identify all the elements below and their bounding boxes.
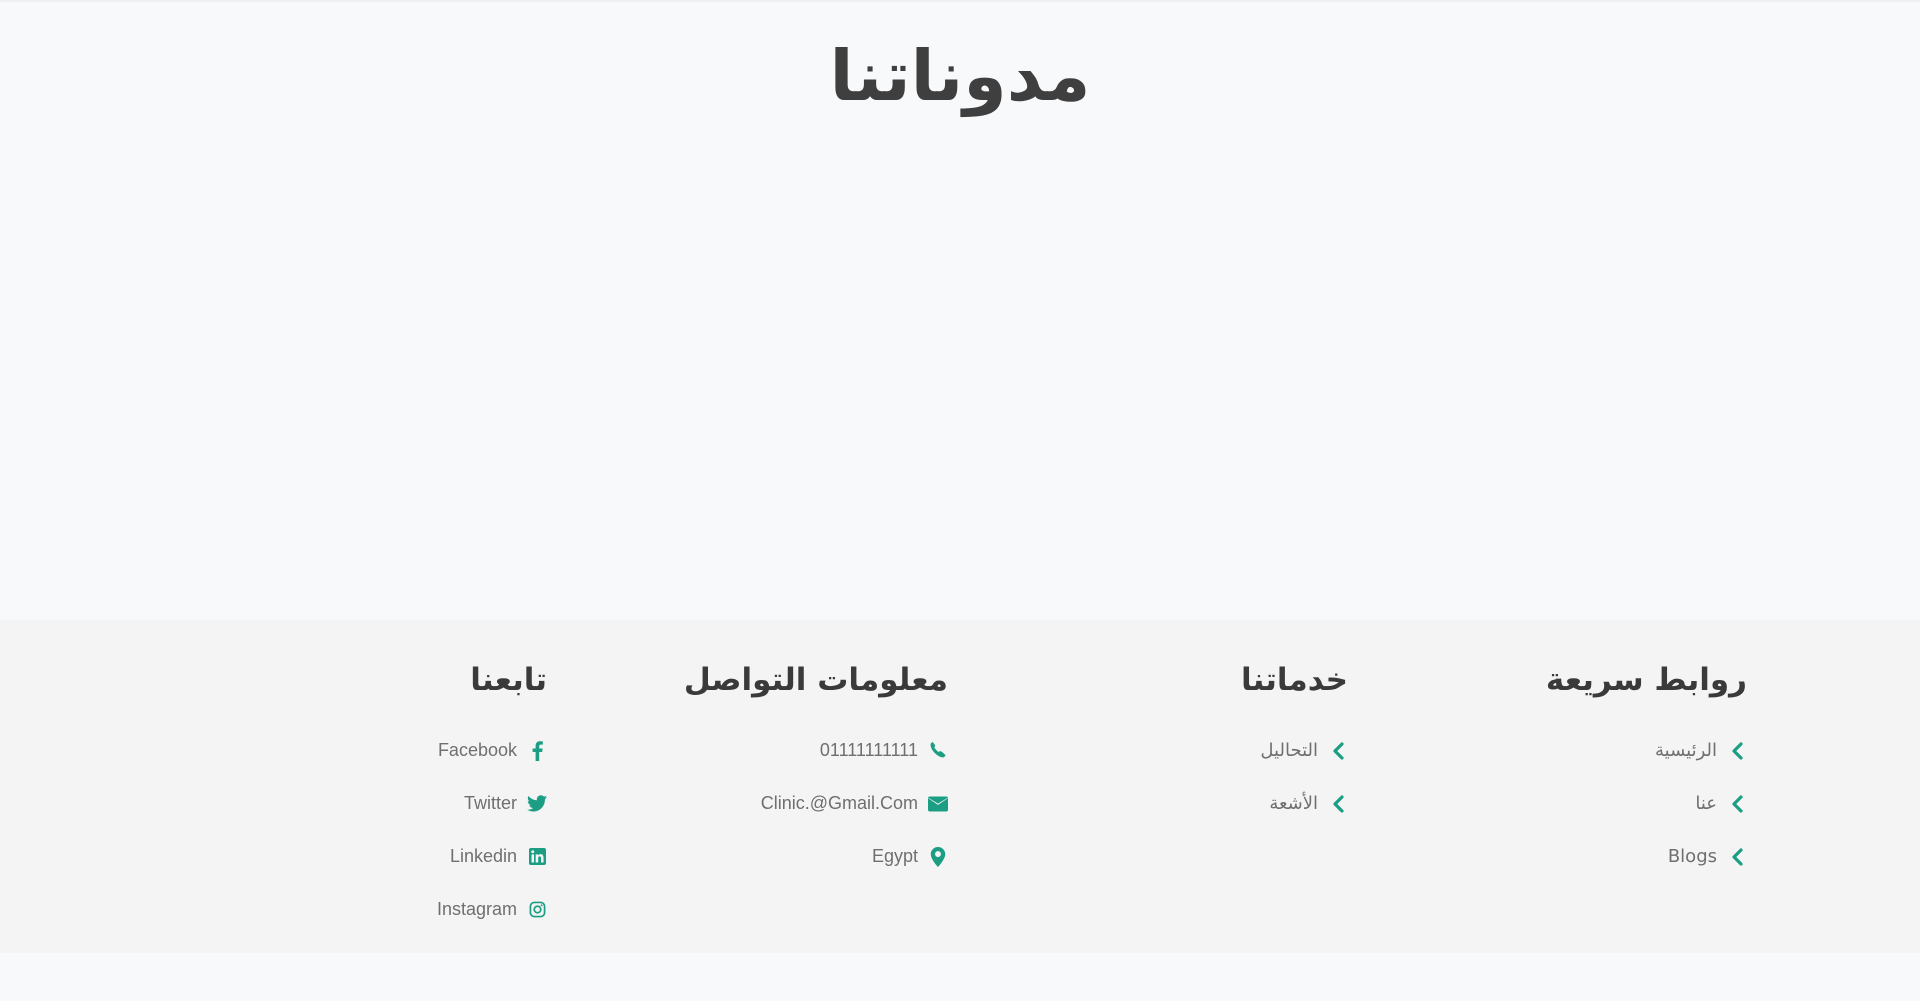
service-link-label: الأشعة: [1269, 793, 1318, 814]
contact-address[interactable]: Egypt: [684, 830, 948, 883]
social-link-label: Twitter: [463, 793, 517, 813]
envelope-icon: [928, 794, 948, 814]
footer-column-follow: تابعنا Facebook Twitter Linkedin Instagr…: [437, 658, 547, 936]
linkedin-icon: [527, 847, 547, 867]
footer: روابط سريعة الرئيسية عنا Blogs خدماتنا ا…: [0, 620, 1920, 953]
social-list: Facebook Twitter Linkedin Instagram: [437, 724, 547, 936]
follow-title: تابعنا: [470, 662, 547, 698]
social-link-instagram[interactable]: Instagram: [437, 883, 547, 936]
footer-column-quick-links: روابط سريعة الرئيسية عنا Blogs: [1546, 658, 1747, 883]
contact-title: معلومات التواصل: [683, 662, 948, 698]
map-marker-icon: [928, 846, 948, 867]
contact-list: 01111111111 Clinic.@Gmail.Com Egypt: [684, 724, 948, 883]
footer-column-services: خدماتنا التحاليل الأشعة: [1241, 658, 1348, 830]
instagram-icon: [527, 900, 547, 920]
service-link-label: التحاليل: [1260, 740, 1318, 761]
footer-column-contact: معلومات التواصل 01111111111 Clinic.@Gmai…: [684, 658, 948, 883]
phone-icon: [928, 741, 948, 761]
quick-link-label: Blogs: [1667, 846, 1717, 867]
social-link-twitter[interactable]: Twitter: [437, 777, 547, 830]
social-link-facebook[interactable]: Facebook: [437, 724, 547, 777]
service-link-radiology[interactable]: الأشعة: [1241, 777, 1348, 830]
quick-link-about[interactable]: عنا: [1546, 777, 1747, 830]
service-link-analysis[interactable]: التحاليل: [1241, 724, 1348, 777]
chevron-left-icon: [1727, 847, 1747, 867]
quick-links-list: الرئيسية عنا Blogs: [1546, 724, 1747, 883]
social-link-label: Instagram: [436, 899, 517, 919]
facebook-icon: [527, 740, 547, 761]
twitter-icon: [527, 794, 547, 814]
quick-link-label: عنا: [1695, 793, 1717, 814]
chevron-left-icon: [1727, 741, 1747, 761]
contact-phone[interactable]: 01111111111: [684, 724, 948, 777]
chevron-left-icon: [1328, 741, 1348, 761]
contact-address-text: Egypt: [871, 846, 918, 866]
social-link-label: Linkedin: [449, 846, 517, 866]
quick-link-label: الرئيسية: [1655, 740, 1717, 761]
chevron-left-icon: [1727, 794, 1747, 814]
quick-links-title: روابط سريعة: [1545, 662, 1747, 698]
quick-link-blogs[interactable]: Blogs: [1546, 830, 1747, 883]
contact-email[interactable]: Clinic.@Gmail.Com: [684, 777, 948, 830]
contact-phone-text: 01111111111: [819, 740, 918, 760]
social-link-label: Facebook: [437, 740, 517, 760]
social-link-linkedin[interactable]: Linkedin: [437, 830, 547, 883]
contact-email-text: Clinic.@Gmail.Com: [760, 793, 918, 813]
chevron-left-icon: [1328, 794, 1348, 814]
services-title: خدماتنا: [1240, 662, 1348, 698]
quick-link-home[interactable]: الرئيسية: [1546, 724, 1747, 777]
page: مدوناتنا روابط سريعة الرئيسية عنا Blogs …: [0, 0, 1920, 1001]
services-list: التحاليل الأشعة: [1241, 724, 1348, 830]
page-title: مدوناتنا: [829, 35, 1091, 117]
